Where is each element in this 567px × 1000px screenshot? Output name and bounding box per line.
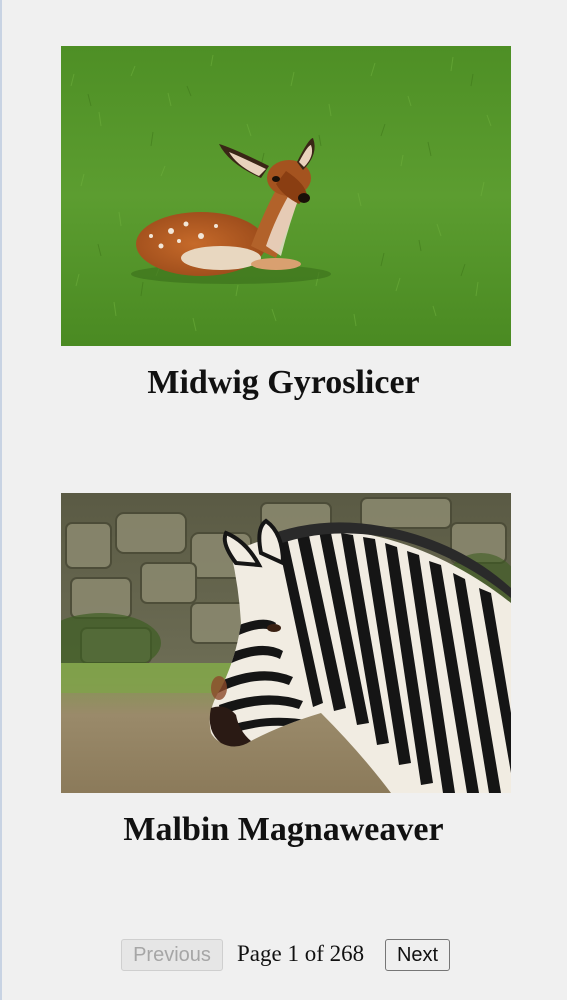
window-edge <box>0 0 2 1000</box>
card-image-zebra[interactable] <box>61 493 511 793</box>
card-title[interactable]: Malbin Magnaweaver <box>0 813 567 847</box>
product-card[interactable]: Midwig Gyroslicer <box>61 46 511 400</box>
pagination: Previous Page 1 of 268 Next <box>0 939 567 971</box>
card-title[interactable]: Midwig Gyroslicer <box>0 366 567 400</box>
page-indicator: Page 1 of 268 <box>237 941 365 966</box>
card-image-fawn[interactable] <box>61 46 511 346</box>
next-button[interactable]: Next <box>385 939 450 971</box>
previous-button[interactable]: Previous <box>121 939 223 971</box>
product-card[interactable]: Malbin Magnaweaver <box>61 493 511 847</box>
